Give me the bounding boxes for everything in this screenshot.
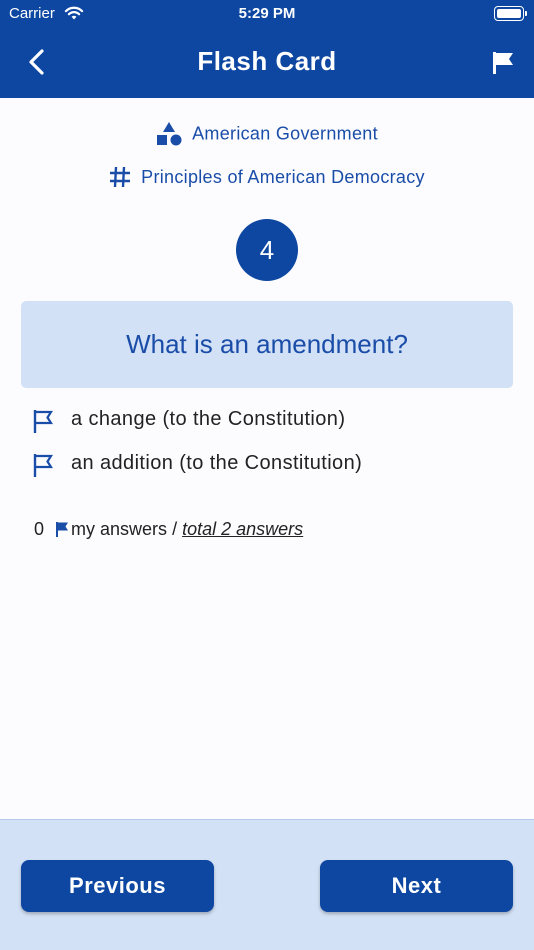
next-button[interactable]: Next xyxy=(320,860,513,912)
flag-icon[interactable] xyxy=(490,50,516,76)
hashtag-icon xyxy=(110,167,131,188)
answer-text: a change (to the Constitution) xyxy=(71,408,346,430)
bottom-panel: Previous Next xyxy=(0,819,534,950)
shapes-icon xyxy=(157,122,182,146)
clock: 5:29 PM xyxy=(238,5,296,22)
status-bar: Carrier 5:29 PM xyxy=(0,0,534,28)
subcategory-row: Principles of American Democracy xyxy=(0,166,534,188)
summary-separator: / xyxy=(172,518,178,539)
category-row: American Government xyxy=(0,121,534,147)
previous-button[interactable]: Previous xyxy=(21,860,214,912)
category-label: American Government xyxy=(192,123,378,144)
question-number-badge: 4 xyxy=(236,219,298,281)
top-bar: Carrier 5:29 PM Flash Card xyxy=(0,0,534,98)
question-text: What is an amendment? xyxy=(21,301,513,388)
page-title: Flash Card xyxy=(197,46,337,76)
flag-outline-icon xyxy=(33,410,54,433)
subcategory-label: Principles of American Democracy xyxy=(141,166,425,187)
answer-text: an addition (to the Constitution) xyxy=(71,452,363,474)
flag-icon xyxy=(56,522,69,538)
battery-icon xyxy=(494,6,527,21)
my-answers-label: my answers xyxy=(71,518,168,539)
answers-summary: 0 my answers / total 2 answers xyxy=(34,518,303,540)
my-answers-count: 0 xyxy=(34,518,45,539)
total-answers-link[interactable]: total 2 answers xyxy=(182,519,303,539)
flag-outline-icon xyxy=(33,454,54,477)
